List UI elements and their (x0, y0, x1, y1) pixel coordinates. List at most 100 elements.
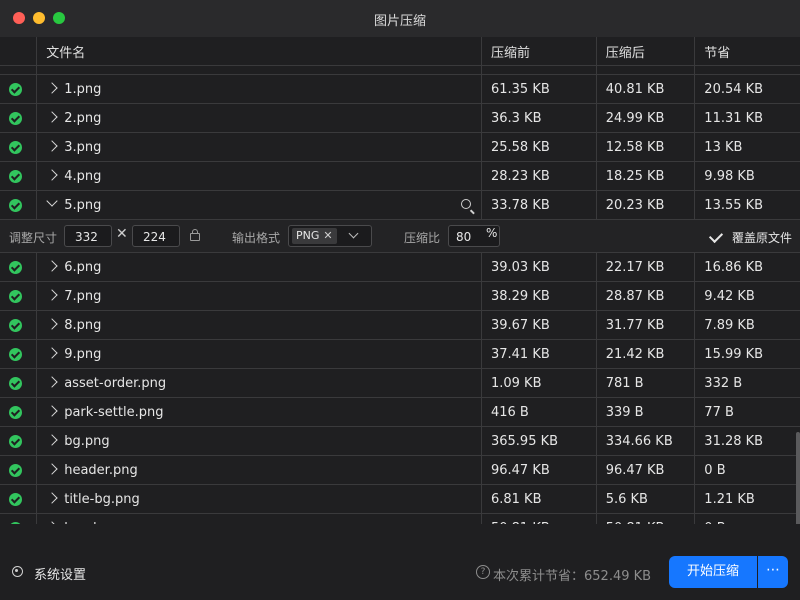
search-icon[interactable] (460, 199, 471, 209)
table-row[interactable]: 4.png 28.23 KB 18.25 KB 9.98 KB (0, 161, 800, 191)
close-icon[interactable]: ✕ (323, 229, 332, 242)
header-status (0, 37, 38, 66)
chevron-right-icon[interactable] (46, 463, 58, 475)
file-name: asset-order.png (64, 375, 167, 391)
size-before: 6.81 KB (490, 491, 542, 507)
table-row[interactable]: 9.png 37.41 KB 21.42 KB 15.99 KB (0, 339, 800, 369)
chevron-down-icon[interactable] (46, 195, 58, 207)
height-input[interactable]: 224 (132, 225, 180, 247)
header-filename[interactable]: 文件名 (36, 37, 482, 66)
ratio-label: 压缩比 (404, 231, 441, 245)
size-after: 334.66 KB (605, 433, 673, 449)
size-after: 22.17 KB (605, 259, 665, 275)
size-saved: 77 B (704, 404, 734, 420)
size-saved: 31.28 KB (704, 433, 764, 449)
size-before: 416 B (490, 404, 529, 420)
success-check-icon (9, 318, 22, 332)
success-check-icon (9, 289, 22, 303)
chevron-right-icon[interactable] (46, 169, 58, 181)
file-name: 2.png (64, 110, 102, 126)
success-check-icon (9, 492, 22, 506)
header-after[interactable]: 压缩后 (596, 37, 696, 66)
table-row[interactable]: bg.png 365.95 KB 334.66 KB 31.28 KB (0, 426, 800, 456)
size-before: 1.09 KB (490, 375, 542, 391)
size-after: 31.77 KB (605, 317, 665, 333)
chevron-right-icon[interactable] (46, 140, 58, 152)
size-after: 40.81 KB (605, 81, 665, 97)
chevron-right-icon[interactable] (46, 260, 58, 272)
options-row: 调整尺寸 332 ✕ 224 输出格式 PNG ✕ 压缩比 80 % 覆盖原文件 (0, 219, 800, 253)
size-after: 781 B (605, 375, 644, 391)
chevron-right-icon[interactable] (46, 111, 58, 123)
file-name: 6.png (64, 259, 102, 275)
success-check-icon (9, 169, 22, 183)
chevron-right-icon[interactable] (46, 289, 58, 301)
table-row[interactable]: header.png50.81 KB50.81 KB0 B (0, 513, 800, 524)
size-saved: 1.21 KB (704, 491, 755, 507)
success-check-icon (9, 82, 22, 96)
size-saved: 16.86 KB (704, 259, 764, 275)
size-after: 5.6 KB (605, 491, 648, 507)
chevron-right-icon[interactable] (46, 434, 58, 446)
table-row[interactable]: 3.png 25.58 KB 12.58 KB 13 KB (0, 132, 800, 162)
file-name: 8.png (64, 317, 102, 333)
header-before[interactable]: 压缩前 (481, 37, 597, 66)
success-check-icon (9, 111, 22, 125)
app-window: 图片压缩 文件名 压缩前 压缩后 节省 1.png 61.35 KB 40.81 K… (0, 0, 800, 600)
table-row[interactable]: title-bg.png 6.81 KB 5.6 KB 1.21 KB (0, 484, 800, 514)
table-row[interactable]: 1.png 61.35 KB 40.81 KB 20.54 KB (0, 74, 800, 104)
size-after: 339 B (605, 404, 644, 420)
table-row[interactable]: 7.png 38.29 KB 28.87 KB 9.42 KB (0, 281, 800, 311)
success-check-icon (9, 434, 22, 448)
chevron-right-icon[interactable] (46, 318, 58, 330)
chevron-right-icon[interactable] (46, 82, 58, 94)
size-before: 96.47 KB (490, 462, 550, 478)
file-name: 5.png (64, 197, 102, 213)
table-header-row: 文件名 压缩前 压缩后 节省 (0, 37, 800, 66)
size-after: 21.42 KB (605, 346, 665, 362)
size-before: 39.67 KB (490, 317, 550, 333)
gear-icon[interactable] (12, 566, 23, 577)
chevron-right-icon[interactable] (46, 492, 58, 504)
format-label: 输出格式 (232, 231, 281, 245)
start-compress-button[interactable]: 开始压缩 (669, 556, 757, 588)
chevron-right-icon[interactable] (46, 405, 58, 417)
success-check-icon (9, 140, 22, 154)
ratio-unit: % (486, 226, 498, 240)
header-saved[interactable]: 节省 (694, 37, 800, 66)
overwrite-checkbox[interactable] (708, 228, 724, 244)
resize-label: 调整尺寸 (9, 231, 58, 245)
table-row[interactable]: 6.png 39.03 KB 22.17 KB 16.86 KB (0, 252, 800, 282)
lock-icon[interactable] (190, 229, 200, 241)
table-row[interactable]: 2.png 36.3 KB 24.99 KB 11.31 KB (0, 103, 800, 133)
footer: 系统设置 ? 本次累计节省：652.49 KB 开始压缩 ⋯ (0, 524, 800, 600)
size-before: 39.03 KB (490, 259, 550, 275)
table-row[interactable]: park-settle.png 416 B 339 B 77 B (0, 397, 800, 427)
chevron-right-icon[interactable] (46, 347, 58, 359)
format-tag: PNG ✕ (292, 228, 337, 244)
table-row[interactable]: header.png 96.47 KB 96.47 KB 0 B (0, 455, 800, 485)
size-before: 37.41 KB (490, 346, 550, 362)
multiply-icon: ✕ (116, 226, 128, 242)
scrollbar[interactable] (796, 432, 800, 524)
size-before: 28.23 KB (490, 168, 550, 184)
table-row-expanded[interactable]: 5.png 33.78 KB 20.23 KB 13.55 KB (0, 190, 800, 220)
file-name: 7.png (64, 288, 102, 304)
help-icon[interactable]: ? (476, 565, 490, 579)
overwrite-label[interactable]: 覆盖原文件 (732, 229, 792, 246)
window-title: 图片压缩 (373, 14, 426, 29)
table-row[interactable]: 8.png 39.67 KB 31.77 KB 7.89 KB (0, 310, 800, 340)
chevron-right-icon[interactable] (46, 376, 58, 388)
table-row[interactable]: asset-order.png 1.09 KB 781 B 332 B (0, 368, 800, 398)
success-check-icon (9, 347, 22, 361)
size-after: 28.87 KB (605, 288, 665, 304)
size-after: 96.47 KB (605, 462, 665, 478)
size-before: 36.3 KB (490, 110, 542, 126)
width-input[interactable]: 332 (64, 225, 112, 247)
settings-button[interactable]: 系统设置 (34, 564, 86, 583)
size-before: 38.29 KB (490, 288, 550, 304)
file-name: 1.png (64, 81, 102, 97)
more-options-button[interactable]: ⋯ (758, 556, 788, 588)
size-after: 18.25 KB (605, 168, 665, 184)
size-after: 12.58 KB (605, 139, 665, 155)
